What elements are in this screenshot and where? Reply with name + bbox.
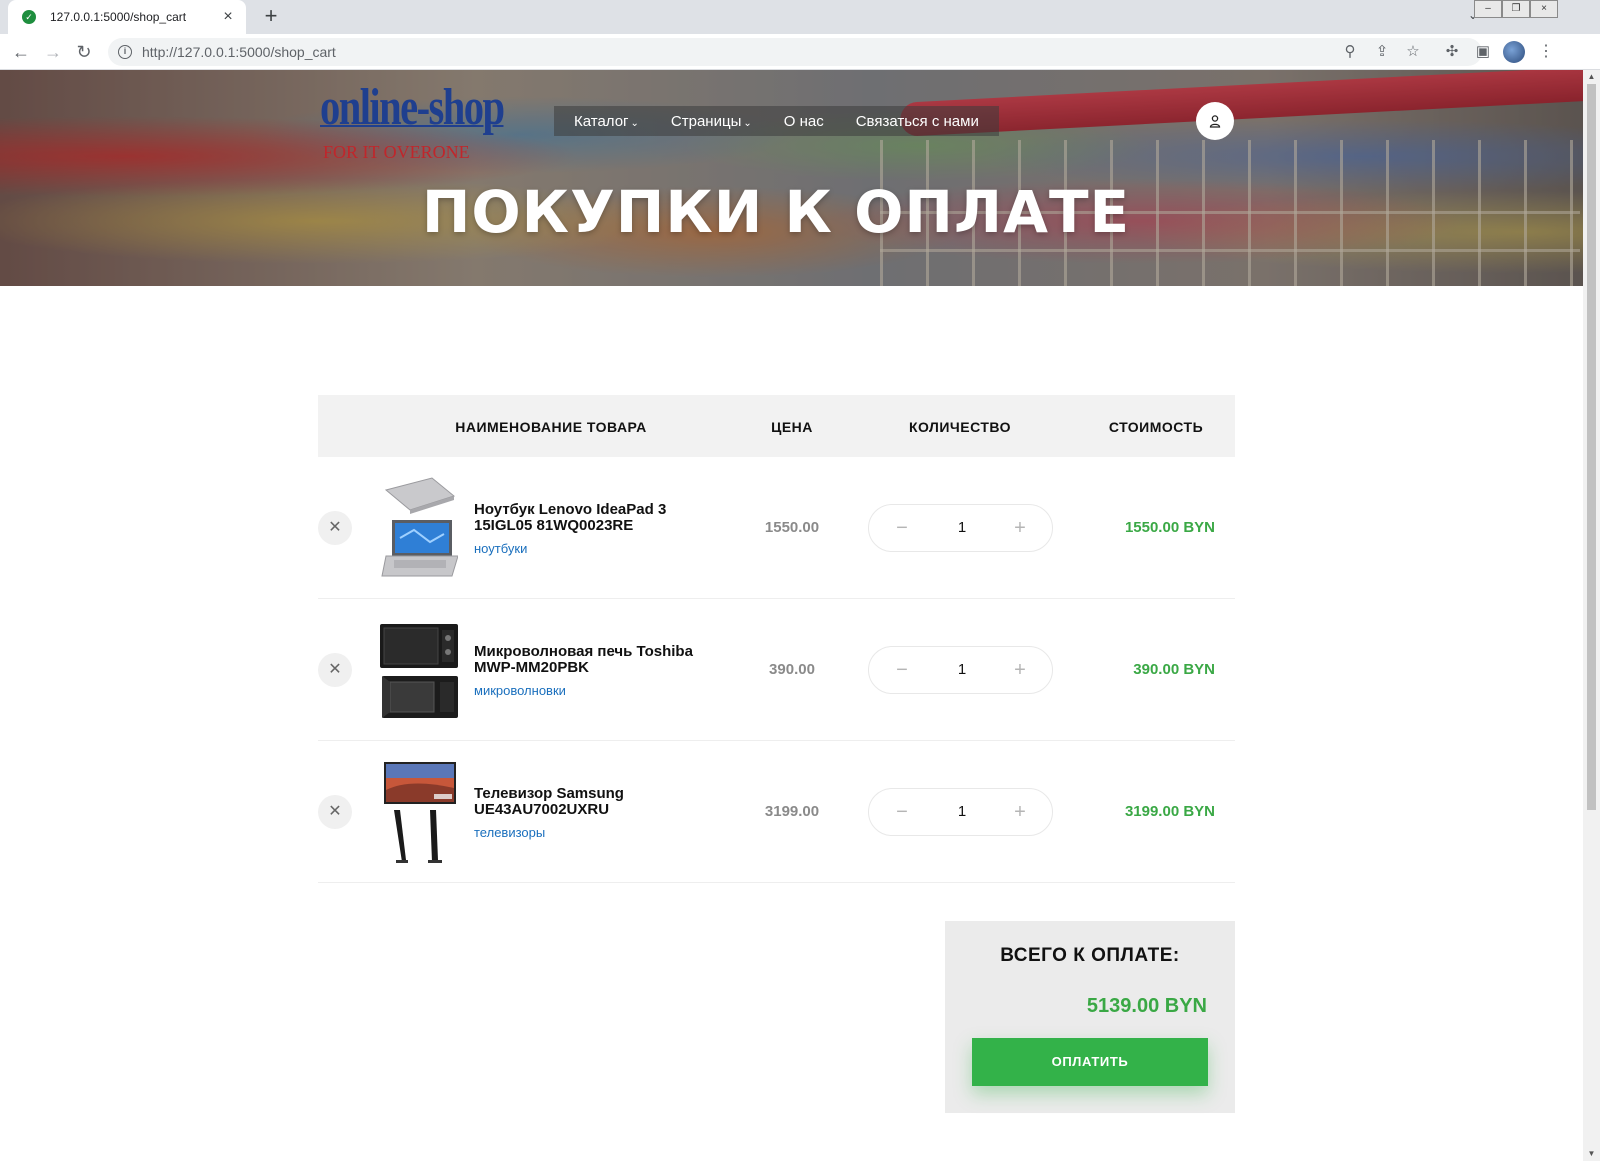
browser-tabstrip: ✓ 127.0.0.1:5000/shop_cart × + ⌄ – ❐ × — [0, 0, 1600, 34]
tab-close-icon[interactable]: × — [220, 8, 236, 26]
plus-icon[interactable]: + — [1009, 659, 1031, 681]
scroll-thumb[interactable] — [1587, 84, 1596, 810]
row-total: 390.00 BYN — [1133, 661, 1215, 678]
user-account-button[interactable] — [1196, 102, 1234, 140]
main-nav: Каталог ⌄ Страницы ⌄ О нас Связаться с нам… — [554, 106, 999, 136]
new-tab-icon[interactable]: + — [258, 4, 284, 30]
minimize-icon[interactable]: – — [1474, 0, 1502, 18]
row-total: 3199.00 BYN — [1124, 803, 1215, 820]
row-total: 1550.00 BYN — [1124, 519, 1215, 536]
chevron-down-icon: ⌄ — [743, 117, 752, 129]
remove-item-button[interactable]: ✕ — [318, 511, 352, 545]
user-icon — [1209, 115, 1221, 128]
share-icon[interactable]: ⇪ — [1371, 41, 1393, 63]
header-price: ЦЕНА — [771, 419, 813, 435]
bookmark-star-icon[interactable]: ☆ — [1402, 41, 1424, 63]
reload-icon[interactable]: ↻ — [72, 40, 96, 64]
remove-item-button[interactable]: ✕ — [318, 653, 352, 687]
page-viewport: online-shop FOR IT OVERONE Каталог ⌄ Стра… — [0, 70, 1583, 1161]
header-product-name: НАИМЕНОВАНИЕ ТОВАРА — [455, 419, 647, 435]
product-category-link[interactable]: микроволновки — [474, 683, 566, 698]
quantity-value[interactable]: 1 — [929, 803, 995, 820]
forward-icon[interactable]: → — [41, 40, 65, 64]
logo-main-text: online-shop — [320, 79, 505, 136]
back-icon[interactable]: ← — [9, 40, 33, 64]
page-title: ПОКУПКИ К ОПЛАТЕ — [421, 178, 1131, 246]
browser-toolbar: ← → ↻ i http://127.0.0.1:5000/shop_cart … — [0, 34, 1600, 70]
cart-row: ✕ Микроволновая печь Toshiba MWP-MM20PBK … — [318, 599, 1235, 741]
nav-catalog[interactable]: Каталог ⌄ — [574, 113, 639, 130]
product-name[interactable]: Микроволновая печь Toshiba MWP-MM20PBK — [474, 644, 734, 676]
plus-icon[interactable]: + — [1009, 801, 1031, 823]
summary-label: ВСЕГО К ОПЛАТЕ: — [1000, 945, 1180, 966]
site-info-icon[interactable]: i — [118, 45, 132, 59]
site-logo[interactable]: online-shop FOR IT OVERONE — [320, 80, 526, 164]
cart-summary: ВСЕГО К ОПЛАТЕ: 5139.00 BYN ОПЛАТИТЬ — [945, 921, 1235, 1113]
scroll-down-icon[interactable]: ▼ — [1583, 1147, 1600, 1161]
remove-item-button[interactable]: ✕ — [318, 795, 352, 829]
plus-icon[interactable]: + — [1009, 517, 1031, 539]
pay-button[interactable]: ОПЛАТИТЬ — [972, 1038, 1208, 1086]
minus-icon[interactable]: − — [891, 801, 913, 823]
nav-pages[interactable]: Страницы ⌄ — [671, 113, 752, 130]
laptop-image — [381, 477, 458, 577]
nav-contact[interactable]: Связаться с нами — [856, 113, 979, 130]
chevron-down-icon: ⌄ — [630, 117, 639, 129]
hero-banner: online-shop FOR IT OVERONE Каталог ⌄ Стра… — [0, 70, 1583, 286]
product-name[interactable]: Ноутбук Lenovo IdeaPad 3 15IGL05 81WQ0023… — [474, 502, 734, 534]
product-category-link[interactable]: телевизоры — [474, 825, 545, 840]
quantity-value[interactable]: 1 — [929, 519, 995, 536]
microwave-image — [380, 624, 458, 718]
tv-image — [384, 762, 456, 863]
logo-sub-text: FOR IT OVERONE — [323, 142, 470, 162]
minus-icon[interactable]: − — [891, 659, 913, 681]
cart-table-header: НАИМЕНОВАНИЕ ТОВАРА ЦЕНА КОЛИЧЕСТВО СТОИ… — [318, 395, 1235, 457]
zoom-icon[interactable]: ⚲ — [1339, 41, 1361, 63]
quantity-stepper: − 1 + — [868, 504, 1053, 552]
cart-row: ✕ Ноутбук Lenovo IdeaPad 3 15IGL05 81WQ00… — [318, 457, 1235, 599]
tab-title: 127.0.0.1:5000/shop_cart — [50, 10, 187, 24]
profile-avatar[interactable] — [1503, 41, 1525, 63]
close-window-icon[interactable]: × — [1530, 0, 1558, 18]
product-name[interactable]: Телевизор Samsung UE43AU7002UXRU — [474, 786, 734, 818]
quantity-stepper: − 1 + — [868, 788, 1053, 836]
cart-row: ✕ Телевизор Samsung UE43AU7002UXRU телеви… — [318, 741, 1235, 883]
minus-icon[interactable]: − — [891, 517, 913, 539]
page-scrollbar[interactable]: ▲ ▼ — [1583, 70, 1600, 1161]
scroll-up-icon[interactable]: ▲ — [1583, 70, 1600, 84]
extensions-icon[interactable]: ✣ — [1441, 41, 1463, 63]
quantity-stepper: − 1 + — [868, 646, 1053, 694]
url-text: http://127.0.0.1:5000/shop_cart — [142, 44, 336, 60]
quantity-value[interactable]: 1 — [929, 661, 995, 678]
product-category-link[interactable]: ноутбуки — [474, 541, 527, 556]
restore-icon[interactable]: ❐ — [1502, 0, 1530, 18]
address-bar[interactable]: i http://127.0.0.1:5000/shop_cart — [108, 38, 1482, 66]
menu-dots-icon[interactable]: ⋮ — [1535, 41, 1557, 63]
browser-tab[interactable]: ✓ 127.0.0.1:5000/shop_cart × — [8, 0, 246, 34]
summary-total: 5139.00 BYN — [1086, 995, 1207, 1017]
favicon-icon: ✓ — [22, 10, 36, 24]
nav-about[interactable]: О нас — [784, 113, 824, 130]
side-panel-icon[interactable]: ▣ — [1472, 41, 1494, 63]
header-total: СТОИМОСТЬ — [1108, 419, 1204, 435]
header-quantity: КОЛИЧЕСТВО — [908, 419, 1012, 435]
